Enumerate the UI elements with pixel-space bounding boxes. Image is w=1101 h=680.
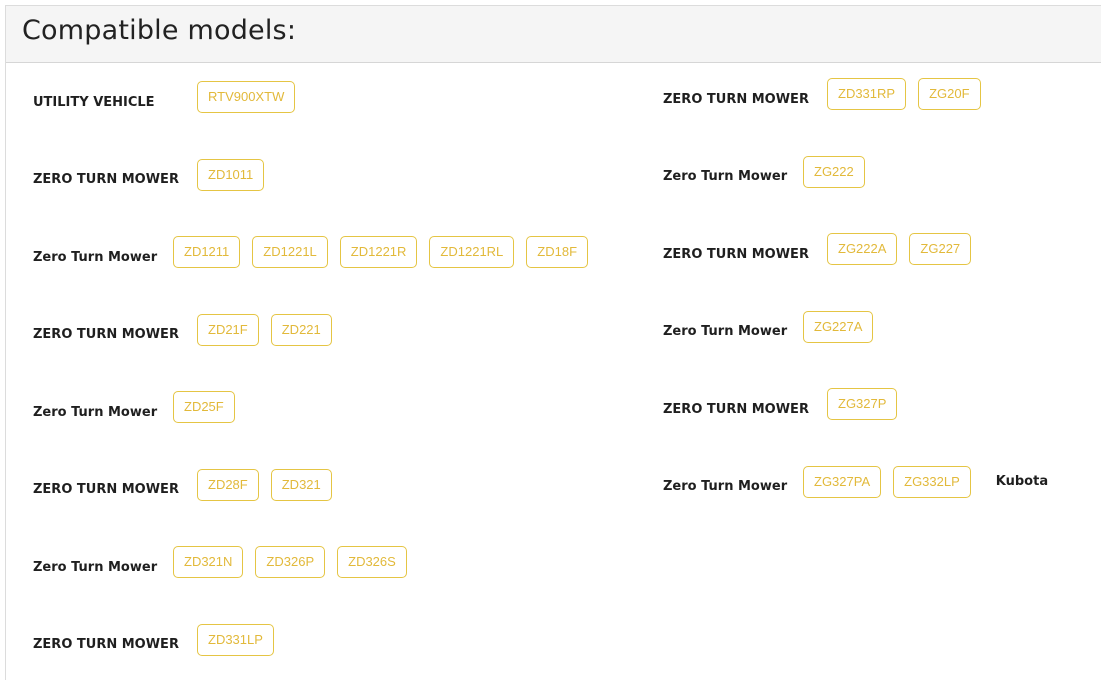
model-tag[interactable]: ZD326S [337, 546, 407, 578]
model-tag[interactable]: ZD221 [270, 313, 332, 346]
model-row: ZERO TURN MOWER ZD28F ZD321 [33, 468, 344, 501]
model-tag[interactable]: ZD1211 [173, 236, 241, 268]
model-tag[interactable]: ZG222 [803, 155, 865, 188]
model-tag[interactable]: ZG227 [909, 233, 972, 265]
vehicle-type-label: ZERO TURN MOWER [663, 246, 809, 262]
model-tag[interactable]: RTV900XTW [197, 81, 296, 113]
compatible-models-panel: Compatible models: UTILITY VEHICLE RTV900… [5, 5, 1101, 680]
model-tag[interactable]: ZD331RP [827, 78, 907, 110]
model-tag[interactable]: ZD321N [173, 546, 244, 578]
model-row: UTILITY VEHICLE RTV900XTW [33, 81, 307, 113]
model-tag[interactable]: ZD1011 [197, 158, 265, 191]
brand-label: Kubota [995, 474, 1049, 489]
panel-header: Compatible models: [6, 6, 1101, 63]
model-tag[interactable]: ZG327P [827, 388, 898, 420]
model-tag[interactable]: ZG222A [827, 233, 898, 265]
model-row: ZERO TURN MOWER ZD331RP ZG20F [663, 78, 993, 110]
model-tag[interactable]: ZG20F [918, 78, 981, 110]
model-row: Zero Turn Mower ZG222 [663, 155, 877, 188]
model-row: ZERO TURN MOWER ZG327P [663, 388, 909, 420]
model-tag[interactable]: ZD1221L [252, 236, 328, 268]
vehicle-type-label: Zero Turn Mower [663, 169, 788, 184]
model-tag[interactable]: ZD1221RL [429, 236, 515, 268]
model-row: ZERO TURN MOWER ZD21F ZD221 [33, 313, 344, 346]
vehicle-type-label: Zero Turn Mower [33, 404, 158, 420]
vehicle-type-label: Zero Turn Mower [33, 249, 158, 265]
model-tag[interactable]: ZD18F [526, 236, 589, 268]
model-tag[interactable]: ZD25F [173, 391, 235, 423]
vehicle-type-label: Zero Turn Mower [663, 479, 788, 494]
vehicle-type-label: ZERO TURN MOWER [33, 637, 179, 652]
model-tag[interactable]: ZD1221R [339, 236, 418, 268]
vehicle-type-label: ZERO TURN MOWER [33, 482, 179, 497]
model-tag[interactable]: ZD326P [255, 546, 326, 578]
model-tag[interactable]: ZG332LP [893, 465, 971, 498]
model-tag[interactable]: ZD21F [197, 313, 259, 346]
model-row: ZERO TURN MOWER ZD1011 [33, 158, 276, 191]
model-tag[interactable]: ZD321 [270, 468, 332, 501]
model-row: Zero Turn Mower ZD321N ZD326P ZD326S [33, 546, 419, 578]
vehicle-type-label: ZERO TURN MOWER [33, 172, 179, 187]
page-title: Compatible models: [22, 15, 297, 46]
model-tag[interactable]: ZD28F [197, 468, 259, 501]
model-row: Zero Turn Mower ZG227A [663, 310, 885, 343]
vehicle-type-label: ZERO TURN MOWER [663, 91, 809, 107]
model-row: Zero Turn Mower ZD1211 ZD1221L ZD1221R ZD122… [33, 236, 600, 268]
model-tag[interactable]: ZD331LP [197, 623, 274, 656]
model-row: ZERO TURN MOWER ZG222A ZG227 [663, 233, 983, 265]
vehicle-type-label: ZERO TURN MOWER [663, 401, 809, 417]
vehicle-type-label: Zero Turn Mower [663, 324, 788, 339]
vehicle-type-label: Zero Turn Mower [33, 559, 158, 575]
model-row: ZERO TURN MOWER ZD331LP [33, 623, 286, 656]
vehicle-type-label: ZERO TURN MOWER [33, 327, 179, 342]
model-tag[interactable]: ZG227A [803, 310, 874, 343]
vehicle-type-label: UTILITY VEHICLE [33, 94, 155, 110]
model-row: Zero Turn Mower ZG327PA ZG332LP Kubota [663, 465, 1049, 498]
model-tag[interactable]: ZG327PA [803, 465, 882, 498]
model-row: Zero Turn Mower ZD25F [33, 391, 247, 423]
